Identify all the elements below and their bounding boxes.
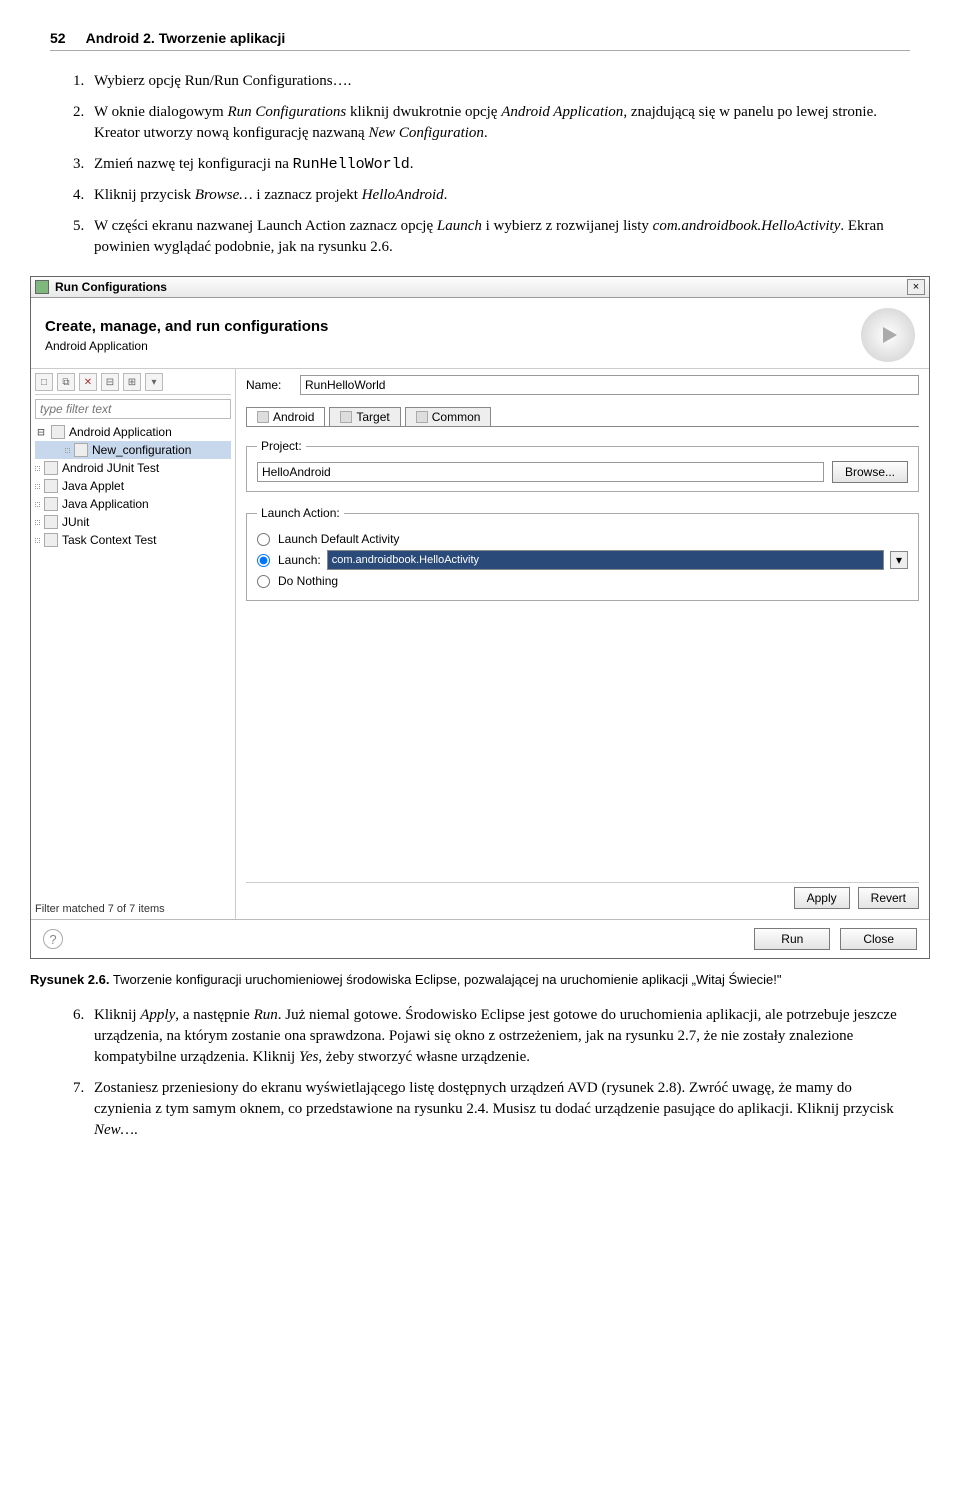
radio-launch-default-input[interactable] xyxy=(257,533,270,546)
help-icon[interactable]: ? xyxy=(43,929,63,949)
leaf-icon xyxy=(35,484,40,489)
project-legend: Project: xyxy=(257,439,306,453)
leaf-icon xyxy=(35,520,40,525)
duplicate-icon[interactable]: ⧉ xyxy=(57,373,75,391)
config-tree-panel: □ ⧉ ✕ ⊟ ⊞ ▾ ⊟Android Application New_con… xyxy=(31,369,236,919)
filter-input[interactable] xyxy=(35,399,231,419)
radio-launch-input[interactable] xyxy=(257,554,270,567)
step-4: Kliknij przycisk Browse… i zaznacz proje… xyxy=(88,185,910,206)
step-7: Zostaniesz przeniesiony do ekranu wyświe… xyxy=(88,1078,910,1141)
dialog-header: Create, manage, and run configurations A… xyxy=(31,298,929,369)
radio-do-nothing[interactable]: Do Nothing xyxy=(257,574,908,588)
tree-toolbar: □ ⧉ ✕ ⊟ ⊞ ▾ xyxy=(35,373,231,395)
tab-android[interactable]: Android xyxy=(246,407,325,426)
step-5: W części ekranu nazwanej Launch Action z… xyxy=(88,216,910,258)
run-icon xyxy=(861,308,915,362)
apply-revert-row: Apply Revert xyxy=(246,882,919,913)
tree-item-junit[interactable]: JUnit xyxy=(35,513,231,531)
step-2: W oknie dialogowym Run Configurations kl… xyxy=(88,102,910,144)
task-icon xyxy=(44,533,58,547)
name-input[interactable] xyxy=(300,375,919,395)
revert-button[interactable]: Revert xyxy=(858,887,919,909)
project-fieldset: Project: Browse... xyxy=(246,439,919,492)
step-6: Kliknij Apply, a następnie Run. Już niem… xyxy=(88,1005,910,1068)
dialog-footer: ? Run Close xyxy=(31,919,929,958)
step-3: Zmień nazwę tej konfiguracji na RunHello… xyxy=(88,154,910,175)
tree-filter-status: Filter matched 7 of 7 items xyxy=(35,903,231,915)
android-icon xyxy=(51,425,65,439)
tree-item-new-configuration[interactable]: New_configuration xyxy=(35,441,231,459)
tree-item-java-application[interactable]: Java Application xyxy=(35,495,231,513)
leaf-icon xyxy=(35,466,40,471)
config-form: Name: Android Target Common Project: Bro… xyxy=(236,369,929,919)
apply-button[interactable]: Apply xyxy=(794,887,850,909)
launch-activity-select[interactable]: com.androidbook.HelloActivity xyxy=(327,550,884,570)
page-number: 52 xyxy=(50,30,66,46)
launch-activity-value: com.androidbook.HelloActivity xyxy=(332,554,479,566)
run-button[interactable]: Run xyxy=(754,928,830,950)
tree-item-android-junit[interactable]: Android JUnit Test xyxy=(35,459,231,477)
collapse-icon[interactable]: ⊞ xyxy=(123,373,141,391)
dialog-title: Run Configurations xyxy=(55,280,907,294)
applet-icon xyxy=(44,479,58,493)
leaf-icon xyxy=(65,448,70,453)
junit-icon xyxy=(44,461,58,475)
radio-do-nothing-input[interactable] xyxy=(257,575,270,588)
java-icon xyxy=(44,497,58,511)
tree-item-java-applet[interactable]: Java Applet xyxy=(35,477,231,495)
android-tab-icon xyxy=(257,411,269,423)
steps-list-cont: Kliknij Apply, a następnie Run. Już niem… xyxy=(50,1005,910,1141)
chevron-down-icon[interactable]: ▾ xyxy=(890,551,908,569)
eclipse-icon xyxy=(35,280,49,294)
tab-common[interactable]: Common xyxy=(405,407,492,426)
figure-caption: Rysunek 2.6. Tworzenie konfiguracji uruc… xyxy=(30,971,930,989)
tree-item-task-context[interactable]: Task Context Test xyxy=(35,531,231,549)
run-configurations-dialog: Run Configurations × Create, manage, and… xyxy=(30,276,930,959)
leaf-icon xyxy=(35,502,40,507)
leaf-icon xyxy=(35,538,40,543)
target-tab-icon xyxy=(340,411,352,423)
dialog-heading: Create, manage, and run configurations xyxy=(45,318,328,335)
tab-target[interactable]: Target xyxy=(329,407,400,426)
delete-icon[interactable]: ✕ xyxy=(79,373,97,391)
config-tree[interactable]: ⊟Android Application New_configuration A… xyxy=(35,423,231,549)
name-label: Name: xyxy=(246,378,294,392)
close-button-footer[interactable]: Close xyxy=(840,928,917,950)
tree-item-android-application[interactable]: ⊟Android Application xyxy=(35,423,231,441)
radio-launch-default[interactable]: Launch Default Activity xyxy=(257,532,908,546)
radio-launch[interactable]: Launch: com.androidbook.HelloActivity ▾ xyxy=(257,550,908,570)
section-title: Android 2. Tworzenie aplikacji xyxy=(86,30,286,46)
launch-action-legend: Launch Action: xyxy=(257,506,344,520)
new-icon[interactable]: □ xyxy=(35,373,53,391)
dialog-titlebar: Run Configurations × xyxy=(31,277,929,298)
figure-label: Rysunek 2.6. xyxy=(30,972,110,987)
launch-action-fieldset: Launch Action: Launch Default Activity L… xyxy=(246,506,919,601)
steps-list: Wybierz opcję Run/Run Configurations…. W… xyxy=(50,71,910,258)
menu-icon[interactable]: ▾ xyxy=(145,373,163,391)
android-icon xyxy=(74,443,88,457)
page-header: 52 Android 2. Tworzenie aplikacji xyxy=(50,30,910,51)
step-1: Wybierz opcję Run/Run Configurations…. xyxy=(88,71,910,92)
expand-icon[interactable]: ⊟ xyxy=(101,373,119,391)
browse-button[interactable]: Browse... xyxy=(832,461,908,483)
project-input[interactable] xyxy=(257,462,824,482)
dialog-subheading: Android Application xyxy=(45,339,328,353)
junit-icon xyxy=(44,515,58,529)
tab-bar: Android Target Common xyxy=(246,407,919,427)
common-tab-icon xyxy=(416,411,428,423)
close-button[interactable]: × xyxy=(907,279,925,295)
